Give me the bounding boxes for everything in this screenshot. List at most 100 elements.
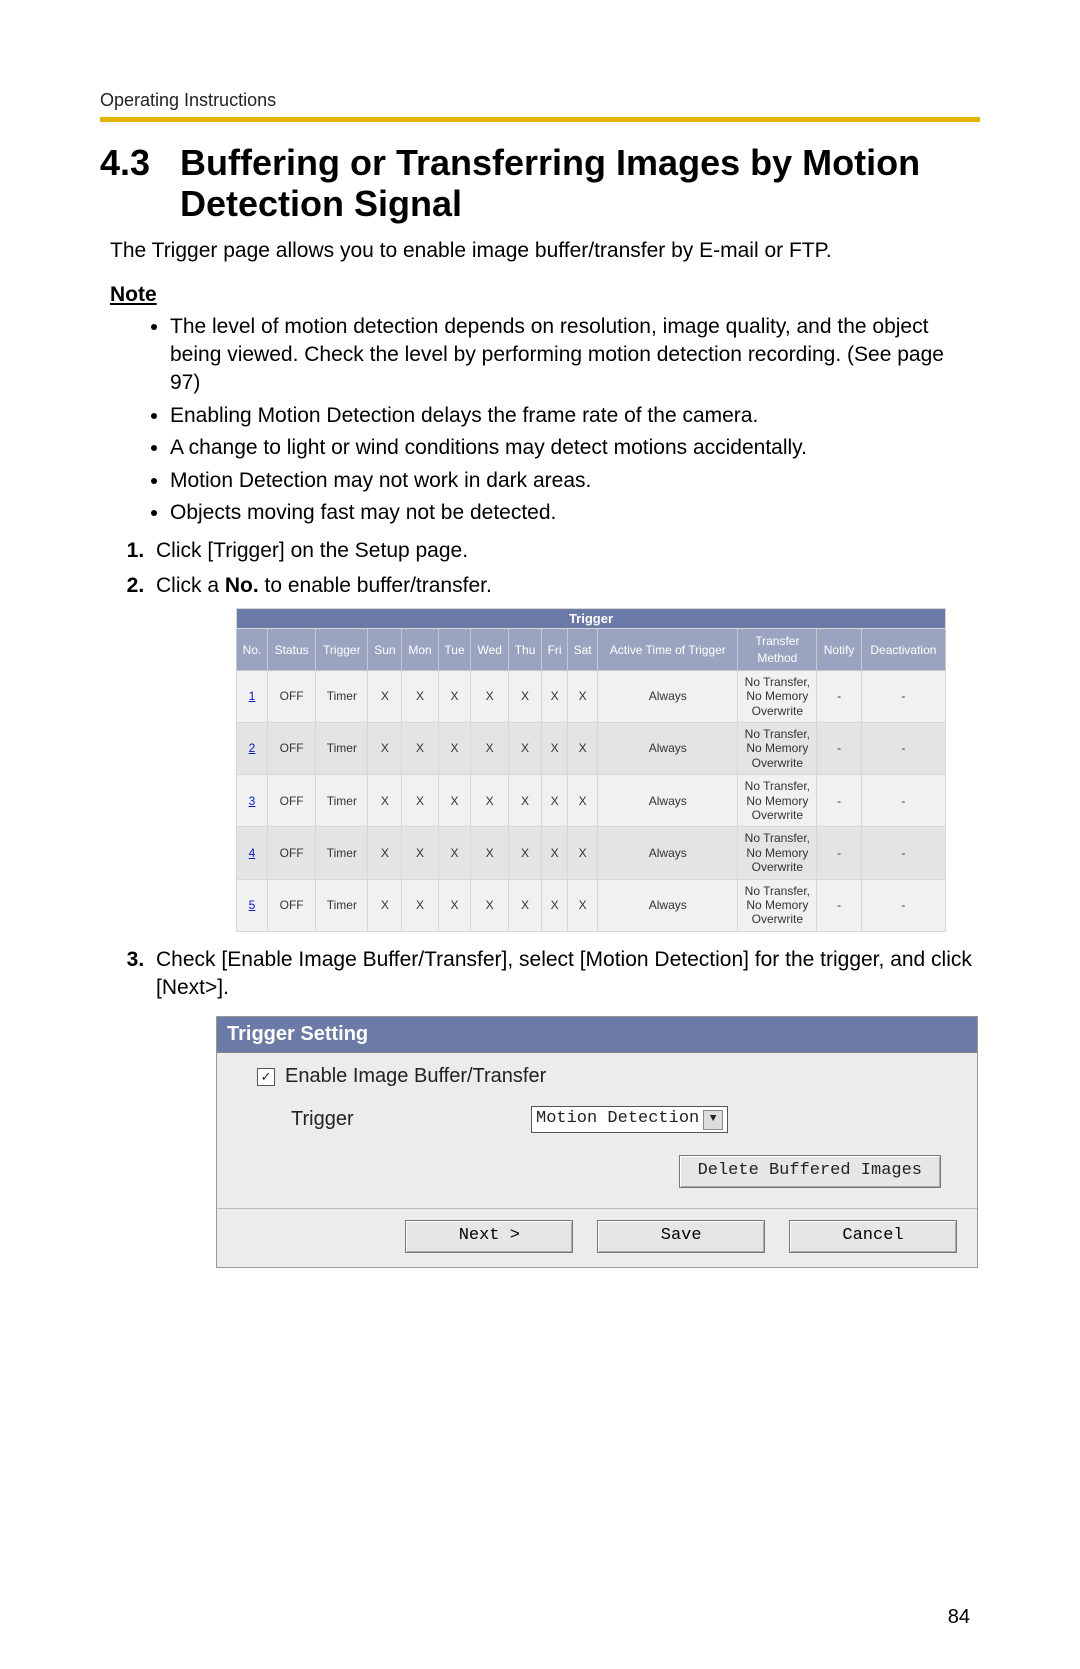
cell-day: X bbox=[542, 723, 568, 775]
note-list: The level of motion detection depends on… bbox=[170, 313, 980, 527]
cell-day: X bbox=[471, 775, 509, 827]
cell-notify: - bbox=[817, 827, 861, 879]
cell-day: X bbox=[402, 827, 438, 879]
cell-notify: - bbox=[817, 775, 861, 827]
delete-buffered-button[interactable]: Delete Buffered Images bbox=[679, 1155, 941, 1188]
cell-day: X bbox=[508, 879, 541, 931]
cell-transfer: No Transfer,No Memory Overwrite bbox=[738, 723, 817, 775]
cell-active: Always bbox=[598, 775, 738, 827]
step-2: Click a No. to enable buffer/transfer. T… bbox=[150, 572, 980, 932]
step-2-text: Click a bbox=[156, 574, 225, 597]
cell-transfer: No Transfer,No Memory Overwrite bbox=[738, 827, 817, 879]
cell-day: X bbox=[567, 879, 597, 931]
table-row: 4OFFTimerXXXXXXXAlwaysNo Transfer,No Mem… bbox=[237, 827, 946, 879]
cell-day: X bbox=[508, 827, 541, 879]
cell-day: X bbox=[508, 670, 541, 722]
cell-active: Always bbox=[598, 723, 738, 775]
trigger-setting-title: Trigger Setting bbox=[217, 1017, 977, 1053]
enable-checkbox[interactable]: ✓ bbox=[257, 1068, 275, 1086]
cell-day: X bbox=[567, 827, 597, 879]
enable-row: ✓ Enable Image Buffer/Transfer bbox=[257, 1063, 961, 1090]
note-item: A change to light or wind conditions may… bbox=[170, 434, 980, 462]
trigger-table-body: 1OFFTimerXXXXXXXAlwaysNo Transfer,No Mem… bbox=[237, 670, 946, 931]
cell-deact: - bbox=[861, 827, 945, 879]
trigger-setting-panel: Trigger Setting ✓ Enable Image Buffer/Tr… bbox=[216, 1016, 978, 1268]
save-button[interactable]: Save bbox=[597, 1220, 765, 1253]
trigger-select-row: Trigger Motion Detection ▼ bbox=[257, 1106, 961, 1133]
cell-day: X bbox=[567, 670, 597, 722]
cell-day: X bbox=[402, 879, 438, 931]
cell-day: X bbox=[471, 879, 509, 931]
trigger-select-value: Motion Detection bbox=[536, 1108, 699, 1131]
col-fri: Fri bbox=[542, 629, 568, 670]
trigger-no-link[interactable]: 5 bbox=[249, 898, 256, 912]
cell-day: X bbox=[402, 775, 438, 827]
enable-label: Enable Image Buffer/Transfer bbox=[285, 1063, 546, 1090]
section-title: Buffering or Transferring Images by Moti… bbox=[180, 142, 980, 225]
cell-trigger: Timer bbox=[316, 775, 368, 827]
section-intro: The Trigger page allows you to enable im… bbox=[110, 239, 980, 263]
cell-day: X bbox=[542, 827, 568, 879]
cell-day: X bbox=[368, 723, 402, 775]
page-number: 84 bbox=[948, 1606, 970, 1629]
trigger-no-link[interactable]: 3 bbox=[249, 794, 256, 808]
cell-day: X bbox=[471, 827, 509, 879]
dropdown-icon: ▼ bbox=[703, 1110, 723, 1130]
trigger-no-link[interactable]: 1 bbox=[249, 689, 256, 703]
cell-day: X bbox=[567, 775, 597, 827]
cell-day: X bbox=[368, 827, 402, 879]
cell-deact: - bbox=[861, 879, 945, 931]
cell-day: X bbox=[402, 670, 438, 722]
cell-deact: - bbox=[861, 670, 945, 722]
next-button[interactable]: Next > bbox=[405, 1220, 573, 1253]
step-3: Check [Enable Image Buffer/Transfer], se… bbox=[150, 946, 980, 1269]
cell-day: X bbox=[542, 670, 568, 722]
cell-day: X bbox=[438, 723, 471, 775]
note-item: Motion Detection may not work in dark ar… bbox=[170, 467, 980, 495]
cell-notify: - bbox=[817, 723, 861, 775]
cell-status: OFF bbox=[268, 827, 316, 879]
cell-transfer: No Transfer,No Memory Overwrite bbox=[738, 670, 817, 722]
cell-day: X bbox=[471, 723, 509, 775]
steps-list: Click [Trigger] on the Setup page. Click… bbox=[110, 537, 980, 1268]
col-no: No. bbox=[237, 629, 268, 670]
cell-day: X bbox=[508, 723, 541, 775]
trigger-setting-footer: Next > Save Cancel bbox=[217, 1208, 977, 1267]
note-item: Objects moving fast may not be detected. bbox=[170, 499, 980, 527]
trigger-table: Trigger No. Status Trigger Sun Mon Tue W… bbox=[236, 608, 946, 932]
cell-deact: - bbox=[861, 775, 945, 827]
cell-transfer: No Transfer,No Memory Overwrite bbox=[738, 775, 817, 827]
trigger-select[interactable]: Motion Detection ▼ bbox=[531, 1106, 728, 1133]
cell-notify: - bbox=[817, 670, 861, 722]
col-thu: Thu bbox=[508, 629, 541, 670]
cell-notify: - bbox=[817, 879, 861, 931]
header-rule bbox=[100, 117, 980, 122]
cell-day: X bbox=[567, 723, 597, 775]
cell-active: Always bbox=[598, 827, 738, 879]
trigger-no-link[interactable]: 2 bbox=[249, 741, 256, 755]
col-trigger: Trigger bbox=[316, 629, 368, 670]
cell-status: OFF bbox=[268, 723, 316, 775]
trigger-no-link[interactable]: 4 bbox=[249, 846, 256, 860]
cell-day: X bbox=[368, 775, 402, 827]
cell-status: OFF bbox=[268, 670, 316, 722]
cell-day: X bbox=[368, 879, 402, 931]
col-mon: Mon bbox=[402, 629, 438, 670]
table-row: 1OFFTimerXXXXXXXAlwaysNo Transfer,No Mem… bbox=[237, 670, 946, 722]
col-transfer: Transfer Method bbox=[738, 629, 817, 670]
cell-day: X bbox=[542, 775, 568, 827]
cell-day: X bbox=[438, 670, 471, 722]
trigger-table-title: Trigger bbox=[237, 608, 946, 629]
trigger-label: Trigger bbox=[291, 1106, 531, 1133]
step-1: Click [Trigger] on the Setup page. bbox=[150, 537, 980, 565]
cell-status: OFF bbox=[268, 879, 316, 931]
note-item: The level of motion detection depends on… bbox=[170, 313, 980, 398]
cell-trigger: Timer bbox=[316, 670, 368, 722]
cell-trigger: Timer bbox=[316, 827, 368, 879]
step-2-bold: No. bbox=[225, 574, 259, 597]
cell-trigger: Timer bbox=[316, 723, 368, 775]
cancel-button[interactable]: Cancel bbox=[789, 1220, 957, 1253]
table-row: 2OFFTimerXXXXXXXAlwaysNo Transfer,No Mem… bbox=[237, 723, 946, 775]
cell-active: Always bbox=[598, 670, 738, 722]
cell-day: X bbox=[542, 879, 568, 931]
